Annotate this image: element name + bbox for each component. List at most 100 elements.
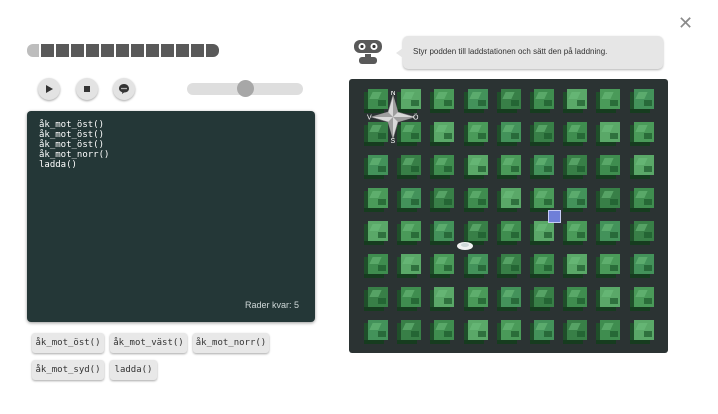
- robot-icon: [354, 40, 382, 64]
- command-east-button[interactable]: åk_mot_öst(): [32, 333, 104, 353]
- level-indicator[interactable]: [86, 44, 99, 57]
- level-indicator[interactable]: [191, 44, 204, 57]
- board-tile: [629, 221, 654, 245]
- board-tile: [496, 221, 521, 245]
- board-tile: [629, 155, 654, 179]
- level-indicator[interactable]: [206, 44, 219, 57]
- level-indicator[interactable]: [56, 44, 69, 57]
- board-tile: [629, 122, 654, 146]
- board-tile: [563, 155, 588, 179]
- charging-station: [548, 210, 561, 223]
- board-tile: [463, 155, 488, 179]
- board-tile: [596, 89, 621, 113]
- board-tile: [563, 188, 588, 212]
- board-tile: [530, 122, 554, 146]
- code-editor[interactable]: åk_mot_öst() åk_mot_öst() åk_mot_öst() å…: [27, 111, 315, 322]
- board-tile: [496, 122, 521, 146]
- board-tile: [530, 155, 554, 179]
- compass-west: V: [367, 115, 372, 122]
- board-tile: [463, 221, 488, 245]
- board-tile: [530, 287, 554, 311]
- board-tile: [530, 320, 554, 344]
- board-tile: [596, 320, 621, 344]
- board-tile: [364, 254, 388, 278]
- board-tile: [364, 155, 388, 179]
- board-tile: [364, 221, 388, 245]
- board-tile: [397, 254, 422, 278]
- board-tile: [463, 320, 488, 344]
- board-tile: [596, 287, 621, 311]
- board-tile: [430, 221, 455, 245]
- level-indicator-current[interactable]: [27, 44, 39, 57]
- command-west-button[interactable]: åk_mot_väst(): [110, 333, 187, 353]
- level-indicator[interactable]: [161, 44, 174, 57]
- hint-button[interactable]: [113, 78, 135, 100]
- board-tile: [629, 320, 654, 344]
- board-tile: [563, 320, 588, 344]
- code-line[interactable]: ladda(): [39, 160, 77, 170]
- close-button[interactable]: ✕: [678, 14, 693, 32]
- board-tile: [530, 89, 554, 113]
- board-tile: [397, 287, 422, 311]
- board-tile: [629, 287, 654, 311]
- code-line[interactable]: åk_mot_öst(): [39, 130, 104, 140]
- board-tile: [596, 221, 621, 245]
- stop-button[interactable]: [76, 78, 98, 100]
- command-charge-button[interactable]: ladda(): [110, 360, 157, 380]
- level-indicator[interactable]: [101, 44, 114, 57]
- board-tile: [496, 254, 521, 278]
- board-tile: [496, 155, 521, 179]
- board-tile: [563, 89, 588, 113]
- board-tile: [596, 254, 621, 278]
- level-indicator[interactable]: [176, 44, 189, 57]
- board-tile: [596, 188, 621, 212]
- speed-slider-thumb[interactable]: [237, 80, 254, 97]
- board-tile: [563, 287, 588, 311]
- level-indicator[interactable]: [131, 44, 144, 57]
- board-tile: [430, 287, 455, 311]
- board-tile: [629, 254, 654, 278]
- compass-north: N: [391, 91, 396, 97]
- command-south-button[interactable]: åk_mot_syd(): [32, 360, 104, 380]
- board-tile: [364, 320, 388, 344]
- board-tile: [530, 254, 554, 278]
- level-indicator[interactable]: [41, 44, 54, 57]
- play-button[interactable]: [38, 78, 60, 100]
- board-tile: [397, 221, 422, 245]
- board-tile: [496, 287, 521, 311]
- board-tile: [430, 155, 455, 179]
- command-north-button[interactable]: åk_mot_norr(): [193, 333, 269, 353]
- code-line[interactable]: åk_mot_norr(): [39, 150, 109, 160]
- board-tile: [430, 188, 455, 212]
- board-tile: [430, 254, 455, 278]
- board-tile: [397, 155, 422, 179]
- code-line[interactable]: åk_mot_öst(): [39, 120, 104, 130]
- board-tile: [463, 287, 488, 311]
- compass-south: S: [391, 138, 396, 143]
- rows-left-counter: Rader kvar: 5: [244, 300, 299, 310]
- play-icon: [46, 85, 53, 93]
- board-tile: [364, 188, 388, 212]
- code-line[interactable]: åk_mot_öst(): [39, 140, 104, 150]
- board-tile: [496, 89, 521, 113]
- board-tile: [563, 122, 588, 146]
- instruction-text: Styr podden till laddstationen och sätt …: [413, 47, 608, 56]
- speech-bubble-icon: [119, 84, 129, 94]
- board-tile: [397, 320, 422, 344]
- board-tile: [430, 320, 455, 344]
- board-tile: [629, 89, 654, 113]
- level-indicator[interactable]: [116, 44, 129, 57]
- board-tile: [596, 122, 621, 146]
- board-tile: [496, 188, 521, 212]
- board-tile: [463, 254, 488, 278]
- board-tile: [563, 254, 588, 278]
- level-indicator[interactable]: [71, 44, 84, 57]
- compass-icon: N S Ö V: [367, 91, 419, 143]
- level-indicator[interactable]: [146, 44, 159, 57]
- pod-robot: [457, 242, 473, 250]
- board-tile: [596, 155, 621, 179]
- board-tile: [463, 122, 488, 146]
- board-tile: [430, 122, 455, 146]
- board-tile: [530, 188, 554, 212]
- board-tile: [629, 188, 654, 212]
